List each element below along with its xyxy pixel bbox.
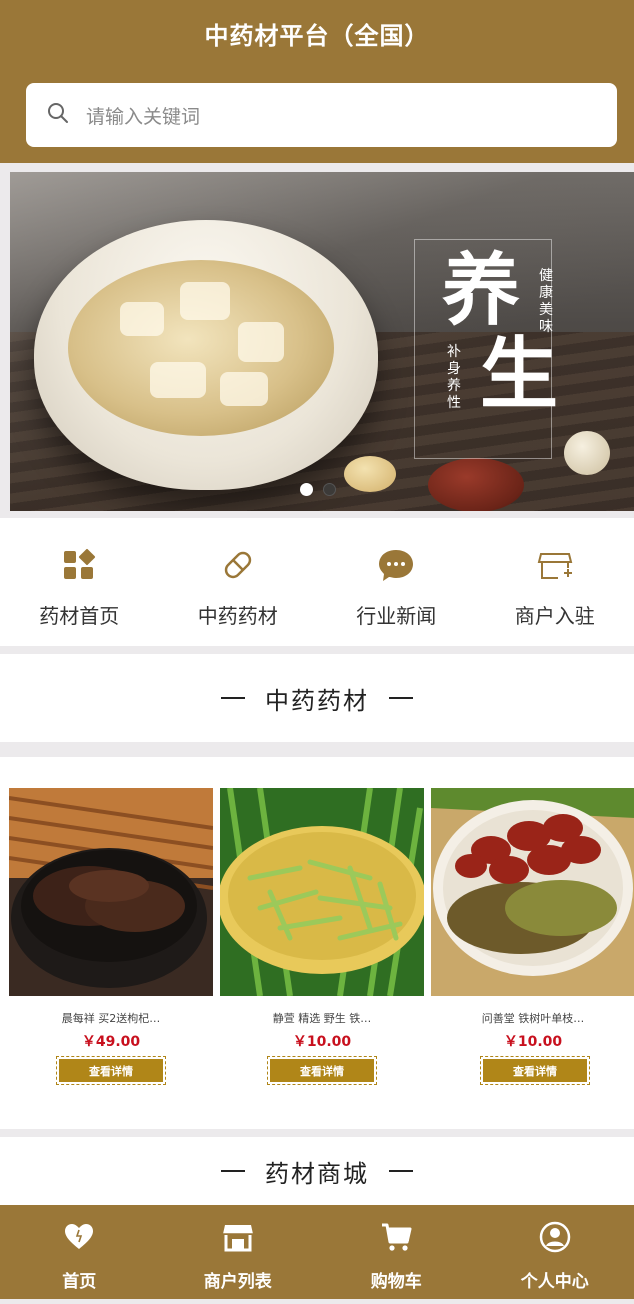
banner-headline-char: 生 — [480, 329, 559, 420]
banner-rock-sugar — [180, 282, 230, 320]
page-title: 中药材平台（全国） — [204, 22, 430, 50]
nav-item-label: 中药药材 — [197, 604, 278, 628]
top-header: 中药材平台（全国） 请输入关键词 — [0, 0, 634, 163]
title-divider — [221, 697, 245, 699]
product-name: 晨每祥 买2送枸杞… — [61, 1012, 161, 1025]
nav-item-herbs[interactable]: 中药药材 — [159, 518, 318, 646]
product-image[interactable] — [220, 788, 424, 996]
carousel-dot-active[interactable] — [300, 483, 313, 496]
product-name: 问善堂 铁树叶单枝… — [481, 1012, 585, 1025]
banner-lotus-seed — [344, 456, 396, 492]
store-icon — [222, 1221, 254, 1257]
product-price: ￥10.00 — [292, 1034, 352, 1050]
title-divider — [221, 1170, 245, 1172]
tab-profile[interactable]: 个人中心 — [476, 1205, 634, 1299]
section-title-herbs: 中药药材 — [0, 654, 634, 742]
section-title-text: 药材商城 — [265, 1159, 369, 1188]
tab-label: 购物车 — [370, 1272, 422, 1292]
product-price: ￥49.00 — [81, 1034, 141, 1050]
banner-rock-sugar — [238, 322, 284, 362]
bottom-tab-bar: 首页 商户列表 购物车 个人中心 — [0, 1205, 634, 1299]
nav-item-label: 药材首页 — [39, 604, 120, 628]
view-details-button[interactable]: 查看详情 — [267, 1056, 377, 1085]
banner-rock-sugar — [150, 362, 206, 398]
nav-item-label: 商户入驻 — [514, 604, 595, 628]
nav-item-label: 行业新闻 — [356, 604, 437, 628]
product-name: 静萱 精选 野生 铁… — [272, 1012, 372, 1025]
category-nav: 药材首页 中药药材 行业新闻 商户入驻 — [0, 518, 634, 646]
tab-label: 首页 — [62, 1272, 97, 1292]
view-details-button[interactable]: 查看详情 — [56, 1056, 166, 1085]
banner-lotus-seed — [564, 431, 610, 475]
banner-carousel[interactable]: 养 生 健康 美味 补身 养性 — [10, 172, 634, 511]
section-title-mall: 药材商城 — [0, 1137, 634, 1205]
product-image[interactable] — [431, 788, 634, 996]
nav-item-industry-news[interactable]: 行业新闻 — [317, 518, 476, 646]
nav-item-merchant-join[interactable]: 商户入驻 — [476, 518, 634, 646]
chat-bubble-icon — [377, 546, 415, 588]
view-details-button[interactable]: 查看详情 — [480, 1056, 590, 1085]
tab-label: 商户列表 — [203, 1272, 272, 1292]
store-add-icon — [536, 546, 574, 588]
capsule-icon — [219, 546, 257, 588]
cart-icon — [380, 1221, 412, 1257]
search-icon — [46, 101, 70, 129]
nav-item-herb-home[interactable]: 药材首页 — [0, 518, 159, 646]
carousel-indicator — [300, 483, 336, 496]
banner-headline-char: 养 — [442, 245, 521, 336]
banner-vertical-text: 补身 养性 — [447, 344, 461, 411]
tab-home[interactable]: 首页 — [0, 1205, 159, 1299]
title-divider — [389, 1170, 413, 1172]
search-input[interactable]: 请输入关键词 — [86, 102, 200, 129]
product-grid: 晨每祥 买2送枸杞… ￥49.00 查看详情 静萱 精选 野生 铁… ￥10.0… — [0, 757, 634, 1129]
carousel-dot[interactable] — [323, 483, 336, 496]
banner-jujube — [428, 458, 524, 511]
search-bar[interactable]: 请输入关键词 — [26, 83, 617, 147]
product-price: ￥10.00 — [503, 1034, 563, 1050]
banner-rock-sugar — [220, 372, 268, 406]
grid-apps-icon — [60, 546, 98, 588]
title-divider — [389, 697, 413, 699]
tab-label: 个人中心 — [520, 1272, 589, 1292]
section-title-text: 中药药材 — [265, 686, 369, 715]
banner-vertical-text: 健康 美味 — [539, 268, 553, 335]
tab-merchant-list[interactable]: 商户列表 — [159, 1205, 318, 1299]
heart-home-icon — [63, 1221, 95, 1257]
tab-cart[interactable]: 购物车 — [317, 1205, 476, 1299]
product-image[interactable] — [9, 788, 213, 996]
user-icon — [539, 1221, 571, 1257]
banner-rock-sugar — [120, 302, 164, 336]
